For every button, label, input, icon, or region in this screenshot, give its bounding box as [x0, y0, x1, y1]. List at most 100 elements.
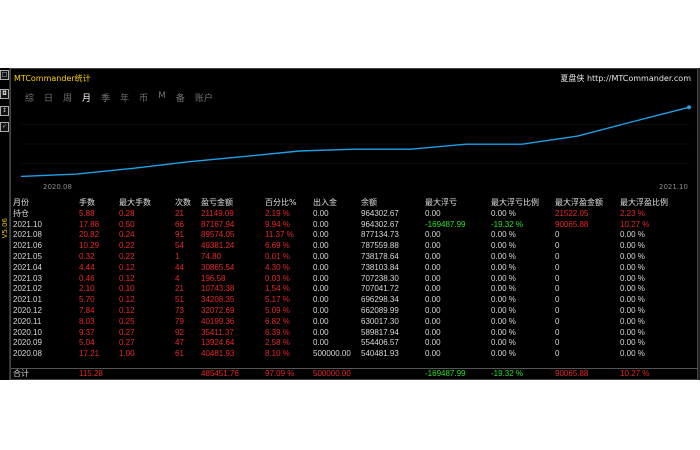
cell-6: 0.00	[313, 316, 329, 326]
table-row: 2021.01 5.70 0.12 51 34208.35 5.17 % 0.00 69629…	[11, 295, 699, 306]
cell-6: 0.00	[313, 230, 329, 240]
table-row: 2021.03 0.46 0.12 4 196.58 0.03 % 0.00 707238.3…	[11, 274, 699, 285]
cell-8: 0.00	[425, 273, 441, 283]
cell-11: 0.00 %	[620, 349, 645, 359]
cell-4: 74.80	[201, 251, 222, 261]
cell-9: 0.00 %	[491, 230, 516, 240]
cell-5: 8.10 %	[265, 349, 290, 359]
cell-7: 540481.93	[361, 349, 399, 359]
cell-5: 4.30 %	[265, 262, 290, 272]
cell-4: 10743.38	[201, 284, 235, 294]
cell-7: 余额	[361, 198, 377, 207]
table-row: 2021.08 20.82 0.24 91 89574.05 11.37 % 0.00 877…	[11, 230, 699, 241]
cell-8: 0.00	[425, 284, 441, 294]
cell-7: 662089.99	[361, 305, 399, 315]
cell-10: 0	[555, 305, 560, 315]
cell-4: 32072.69	[201, 305, 235, 315]
cell-5: 2.58 %	[265, 338, 290, 348]
cell-7: 589817.94	[361, 327, 399, 337]
cell-8: 0.00	[425, 208, 441, 218]
cell-2: 0.24	[119, 230, 135, 240]
cell-9: 0.00 %	[491, 251, 516, 261]
cell-8: 0.00	[425, 230, 441, 240]
cell-10: 21522.05	[555, 208, 589, 218]
cell-2: 0.27	[119, 338, 135, 348]
cell-5: 1.54 %	[265, 284, 290, 294]
cell-9: 0.00 %	[491, 349, 516, 359]
cell-6: 出入金	[313, 198, 337, 207]
cell-0: 2021.02	[13, 284, 42, 294]
cell-6: 0.00	[313, 262, 329, 272]
cell-6: 500000.00	[313, 349, 351, 359]
cell-4: 196.58	[201, 273, 226, 283]
cell-2: 最大手数	[119, 198, 151, 207]
cell-11: 0.00 %	[620, 305, 645, 315]
cell-3: 54	[175, 241, 184, 251]
cell-2: 0.12	[119, 273, 135, 283]
cell-4: 49381.24	[201, 241, 235, 251]
table-row: 2021.06 10.29 0.22 54 49381.24 6.69 % 0.00 7875…	[11, 241, 699, 252]
cell-7: 696298.34	[361, 295, 399, 305]
cell-6: 0.00	[313, 251, 329, 261]
cell-1: 8.03	[79, 316, 95, 326]
cell-9: 最大浮亏比例	[491, 198, 539, 207]
cell-9: 0.00 %	[491, 273, 516, 283]
equity-line	[20, 106, 690, 178]
cell-7: 707238.30	[361, 273, 399, 283]
cell-6: 500000.00	[313, 369, 351, 378]
table-header: 月份 手数 最大手数 次数 盈亏金额 百分比% 出入金 余额 最大浮亏 最大浮亏比例 最大浮盈金额 最…	[11, 198, 699, 209]
table-row: 2021.10 17.88 0.50 66 87167.94 9.94 % 0.00 9643…	[11, 220, 699, 231]
check-icon[interactable]: ✓	[0, 122, 9, 132]
cell-4: 87167.94	[201, 219, 235, 229]
table-row: 2021.05 0.32 0.22 1 74.80 0.01 % 0.00 738178.64…	[11, 252, 699, 263]
cell-7: 964302.67	[361, 208, 399, 218]
cell-8: 0.00	[425, 262, 441, 272]
cell-8: -169487.99	[425, 219, 466, 229]
window-icon[interactable]: □	[0, 70, 9, 80]
panel-icon[interactable]: ◘	[0, 89, 9, 99]
data-point	[687, 105, 691, 110]
cell-5: 6.82 %	[265, 316, 290, 326]
cell-2: 0.10	[119, 284, 135, 294]
cell-4: 21149.09	[201, 208, 234, 218]
cell-8: 0.00	[425, 349, 441, 359]
cell-2: 0.27	[119, 327, 135, 337]
cell-11: 0.00 %	[620, 338, 645, 348]
cell-8: 最大浮亏	[425, 198, 457, 207]
cell-7: 707041.72	[361, 284, 399, 294]
cell-3: 51	[175, 295, 184, 305]
x-end-label: 2021.10	[659, 183, 688, 191]
cell-8: 0.00	[425, 305, 441, 315]
equity-chart: 2020.08 2021.10	[20, 105, 691, 191]
cell-3: 91	[175, 230, 184, 240]
cell-5: 6.69 %	[265, 241, 290, 251]
cell-4: 35411.37	[201, 327, 234, 337]
brand-link[interactable]: 夏盘侠 http://MTCommander.com	[560, 73, 691, 84]
cell-9: -19.32 %	[491, 219, 524, 229]
cell-11: 10.27 %	[620, 369, 650, 378]
cell-0: 2021.08	[13, 230, 42, 240]
cell-0: 持仓	[13, 208, 29, 218]
cell-2: 0.22	[119, 241, 135, 251]
cell-7: 738178.64	[361, 251, 399, 261]
cell-2: 0.22	[119, 251, 135, 261]
cell-10: 0	[555, 241, 560, 251]
cell-7: 630017.30	[361, 316, 399, 326]
table-row: 持仓 5.88 0.28 21 21149.09 2.19 % 0.00 964302.67 0…	[11, 209, 699, 220]
cell-6: 0.00	[313, 208, 329, 218]
cell-1: 5.70	[79, 295, 95, 305]
cell-10: 0	[555, 316, 560, 326]
cell-10: 0	[555, 273, 560, 283]
cell-11: 0.00 %	[620, 241, 645, 251]
cell-9: 0.00 %	[491, 327, 516, 337]
cell-10: 0	[555, 230, 560, 240]
cell-1: 2.10	[79, 284, 95, 294]
cell-0: 2020.09	[13, 338, 42, 348]
cell-4: 485451.76	[201, 369, 239, 378]
cell-11: 最大浮盈比例	[620, 198, 668, 207]
cell-2: 0.28	[119, 208, 135, 218]
resize-icon[interactable]: ↕	[0, 106, 9, 116]
cell-5: 97.09 %	[265, 369, 295, 378]
version-label: V5.06	[1, 218, 9, 239]
cell-5: 9.94 %	[265, 219, 290, 229]
